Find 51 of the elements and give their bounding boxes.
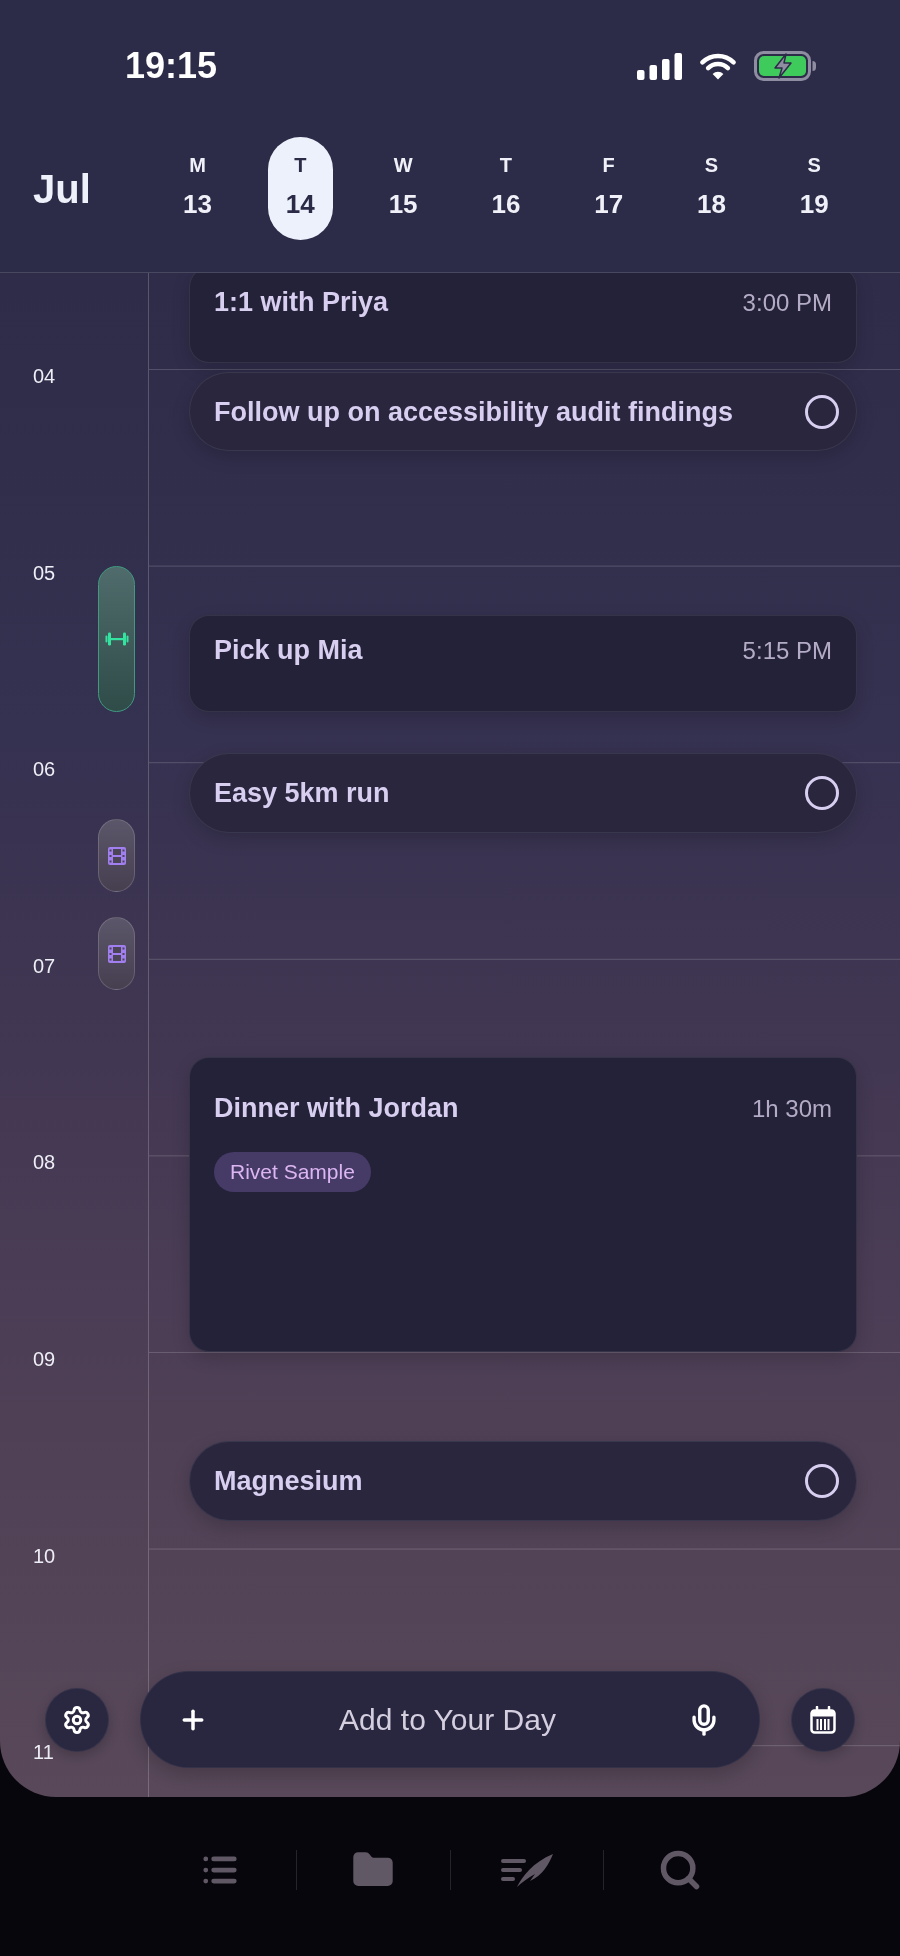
- task-checkbox[interactable]: [805, 1464, 839, 1498]
- task-checkbox[interactable]: [805, 776, 839, 810]
- day-tab[interactable]: T 16: [473, 137, 539, 240]
- wifi-icon: [699, 52, 737, 80]
- event-time: 3:00 PM: [742, 288, 832, 318]
- film-marker[interactable]: [98, 917, 135, 990]
- month-label: Jul: [33, 165, 91, 212]
- hour-label: 09: [33, 1347, 56, 1370]
- workout-marker[interactable]: [98, 566, 135, 712]
- hour-label: 06: [33, 758, 56, 781]
- dumbbell-icon: [104, 631, 129, 647]
- event-title: Pick up Mia: [214, 634, 363, 666]
- status-time: 19:15: [125, 45, 218, 87]
- task-title: Follow up on accessibility audit findings: [214, 395, 735, 428]
- day-tab[interactable]: S 18: [679, 137, 744, 240]
- day-tab[interactable]: S 19: [781, 137, 847, 240]
- film-marker[interactable]: [98, 819, 135, 892]
- event-card[interactable]: Pick up Mia 5:15 PM: [189, 615, 857, 712]
- event-tag: Rivet Sample: [214, 1152, 371, 1192]
- add-field[interactable]: Add to Your Day: [220, 1699, 675, 1740]
- hour-label: 05: [33, 561, 56, 584]
- event-card[interactable]: 1:1 with Priya 3:00 PM: [189, 273, 857, 363]
- task-card[interactable]: Follow up on accessibility audit findings: [189, 372, 857, 451]
- day-tab[interactable]: F 17: [576, 137, 642, 240]
- composer-bar[interactable]: Add to Your Day: [140, 1671, 760, 1768]
- notes-tab[interactable]: [499, 1851, 554, 1889]
- hour-label: 11: [33, 1741, 54, 1764]
- hour-label: 04: [33, 365, 56, 387]
- hour-label: 10: [33, 1544, 56, 1567]
- film-icon: [107, 944, 126, 963]
- film-icon: [107, 846, 126, 865]
- hour-label: 07: [33, 954, 56, 977]
- settings-icon: [62, 1704, 92, 1735]
- task-title: Easy 5km run: [214, 777, 391, 809]
- task-card[interactable]: Magnesium: [189, 1441, 857, 1521]
- task-card[interactable]: Easy 5km run: [189, 753, 857, 833]
- day-tab[interactable]: M 13: [165, 137, 230, 240]
- event-time: 1h 30m: [751, 1094, 832, 1124]
- day-tab[interactable]: W 15: [370, 137, 436, 240]
- event-title: Dinner with Jordan: [214, 1092, 459, 1124]
- quill-lines-icon: [499, 1851, 554, 1889]
- calendar-icon: [810, 1705, 836, 1734]
- task-title: Magnesium: [214, 1465, 364, 1497]
- day-tab[interactable]: T 14: [267, 137, 333, 240]
- signal-icon: [637, 52, 682, 80]
- hour-label: 08: [33, 1151, 56, 1174]
- task-checkbox[interactable]: [805, 394, 839, 429]
- event-time: 5:15 PM: [742, 636, 832, 666]
- battery-icon: [754, 51, 817, 81]
- event-title: 1:1 with Priya: [214, 286, 389, 318]
- event-card[interactable]: Dinner with Jordan 1h 30m Rivet Sample: [189, 1057, 857, 1352]
